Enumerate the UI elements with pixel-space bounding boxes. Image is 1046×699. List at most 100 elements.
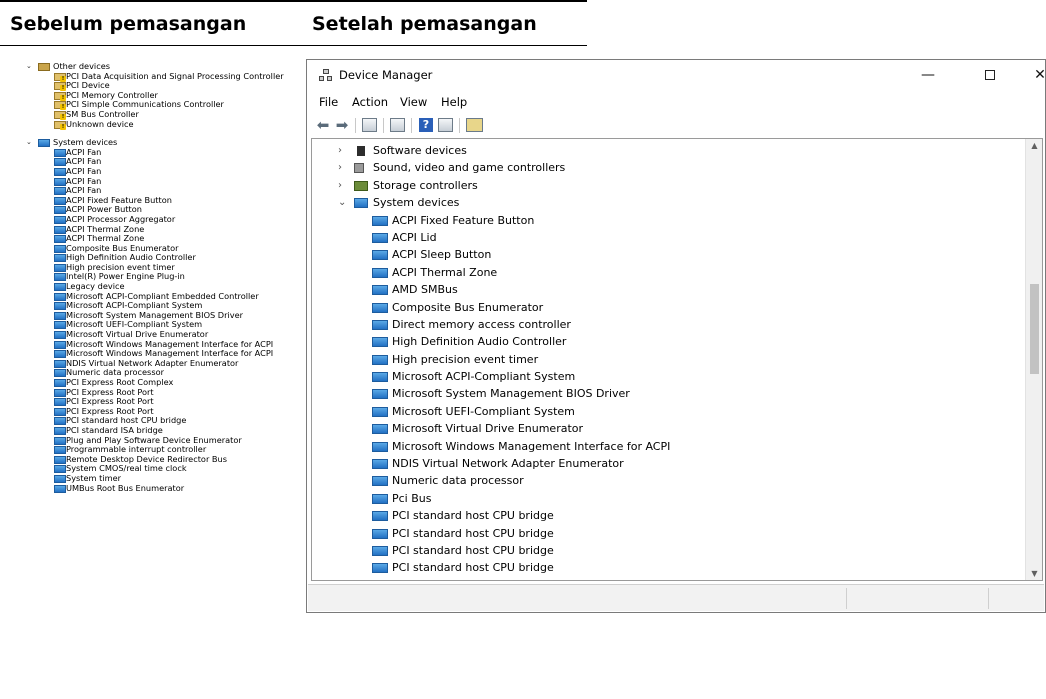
device-label: ACPI Sleep Button	[392, 248, 492, 262]
tree-category-software-devices[interactable]: › Software devices	[312, 142, 1022, 159]
maximize-button[interactable]	[967, 64, 1013, 88]
tree-category-sound[interactable]: › Sound, video and game controllers	[312, 159, 1022, 176]
device-icon	[54, 283, 66, 292]
device-item[interactable]: High precision event timer	[312, 351, 1022, 368]
speaker-icon	[354, 163, 364, 174]
device-label: Microsoft Virtual Drive Enumerator	[392, 422, 584, 436]
device-icon	[54, 407, 66, 416]
chevron-down-icon[interactable]: ⌄	[338, 194, 346, 211]
help-icon[interactable]: ?	[419, 118, 433, 132]
scroll-down-icon[interactable]: ▼	[1026, 569, 1042, 578]
forward-icon[interactable]: ➡	[334, 117, 350, 133]
minimize-button[interactable]: —	[905, 64, 951, 88]
device-icon	[54, 369, 66, 378]
chevron-right-icon[interactable]: ›	[338, 142, 342, 159]
close-button[interactable]: ✕	[1017, 64, 1046, 88]
device-item[interactable]: Microsoft Virtual Drive Enumerator	[312, 420, 1022, 437]
header-before-label: Sebelum pemasangan	[10, 13, 247, 35]
device-item[interactable]: Numeric data processor	[312, 472, 1022, 489]
menu-file[interactable]: File	[319, 95, 338, 109]
device-icon	[54, 465, 66, 474]
device-label: PCI standard host CPU bridge	[392, 561, 554, 575]
chevron-down-icon[interactable]: ⌄	[26, 62, 32, 72]
device-item[interactable]: Microsoft Windows Management Interface f…	[312, 438, 1022, 455]
device-label: Pci Bus	[392, 491, 432, 505]
device-icon	[54, 340, 66, 349]
device-item[interactable]: ACPI Lid	[312, 229, 1022, 246]
update-driver-icon[interactable]	[438, 118, 453, 132]
device-item[interactable]: AMD SMBus	[312, 281, 1022, 298]
menu-view[interactable]: View	[400, 95, 427, 109]
device-icon	[372, 337, 388, 348]
device-icon	[54, 350, 66, 359]
device-item[interactable]: PCI standard host CPU bridge	[312, 559, 1022, 576]
device-icon	[54, 225, 66, 234]
scroll-up-icon[interactable]: ▲	[1026, 141, 1042, 150]
device-item[interactable]: High Definition Audio Controller	[312, 333, 1022, 350]
storage-icon	[354, 180, 368, 191]
device-icon	[54, 110, 66, 120]
device-icon	[372, 215, 388, 226]
device-item[interactable]: ACPI Thermal Zone	[312, 264, 1022, 281]
device-icon	[54, 311, 66, 320]
device-item[interactable]: ACPI Sleep Button	[312, 246, 1022, 263]
header-after-label: Setelah pemasangan	[312, 13, 537, 35]
device-label: Microsoft ACPI-Compliant System	[392, 370, 576, 384]
device-label: PCI standard host CPU bridge	[392, 509, 554, 523]
device-icon	[372, 285, 388, 296]
device-label: High precision event timer	[392, 352, 539, 366]
chevron-right-icon[interactable]: ›	[338, 177, 342, 194]
device-item[interactable]: Microsoft ACPI-Compliant System	[312, 368, 1022, 385]
device-label: Microsoft UEFI-Compliant System	[392, 404, 575, 418]
device-item[interactable]: ACPI Fixed Feature Button	[312, 212, 1022, 229]
device-item[interactable]: UMBus Root Bus Enumerator	[26, 482, 306, 494]
device-item[interactable]: Composite Bus Enumerator	[312, 299, 1022, 316]
back-icon[interactable]: ⬅	[315, 117, 331, 133]
device-icon	[372, 267, 388, 278]
device-icon	[54, 359, 66, 368]
device-item[interactable]: Direct memory access controller	[312, 316, 1022, 333]
device-icon	[372, 476, 388, 487]
monitor-icon[interactable]	[466, 118, 483, 132]
tree-category-storage[interactable]: › Storage controllers	[312, 177, 1022, 194]
device-icon	[372, 354, 388, 365]
device-item[interactable]: Microsoft System Management BIOS Driver	[312, 385, 1022, 402]
device-icon	[54, 426, 66, 435]
scrollbar-thumb[interactable]	[1030, 284, 1039, 374]
device-icon	[54, 101, 66, 111]
device-icon	[54, 158, 66, 167]
device-label: ACPI Lid	[392, 230, 437, 244]
properties-icon[interactable]	[362, 118, 377, 132]
device-item[interactable]: PCI standard host CPU bridge	[312, 577, 1022, 580]
vertical-scrollbar[interactable]: ▲ ▼	[1025, 139, 1042, 580]
device-icon	[54, 235, 66, 244]
chevron-down-icon[interactable]: ⌄	[26, 138, 32, 148]
device-label: UMBus Root Bus Enumerator	[66, 482, 185, 493]
device-icon	[54, 72, 66, 82]
device-label: Composite Bus Enumerator	[392, 300, 544, 314]
device-icon	[54, 398, 66, 407]
device-item[interactable]: Microsoft UEFI-Compliant System	[312, 403, 1022, 420]
device-item[interactable]: PCI standard host CPU bridge	[312, 507, 1022, 524]
menu-help[interactable]: Help	[441, 95, 467, 109]
device-icon	[54, 91, 66, 101]
menu-action[interactable]: Action	[352, 95, 388, 109]
device-item[interactable]: NDIS Virtual Network Adapter Enumerator	[312, 455, 1022, 472]
header-after-install: Setelah pemasangan	[300, 0, 587, 46]
device-icon	[54, 254, 66, 263]
device-item[interactable]: Pci Bus	[312, 490, 1022, 507]
header-before-install: Sebelum pemasangan	[0, 0, 300, 46]
device-item[interactable]: PCI standard host CPU bridge	[312, 542, 1022, 559]
device-item[interactable]: PCI standard host CPU bridge	[312, 525, 1022, 542]
device-icon	[372, 372, 388, 383]
device-item[interactable]: Unknown device	[26, 119, 306, 130]
tree-category-system-devices[interactable]: ⌄ System devices	[312, 194, 1022, 211]
device-icon	[54, 120, 66, 130]
chevron-right-icon[interactable]: ›	[338, 159, 342, 176]
category-label: Sound, video and game controllers	[373, 161, 566, 175]
device-tree-pane: › Software devices › Sound, video and ga…	[311, 138, 1043, 581]
show-hidden-icon[interactable]	[390, 118, 405, 132]
device-icon	[54, 379, 66, 387]
device-label: Numeric data processor	[392, 474, 524, 488]
title-bar: Device Manager — ✕	[307, 60, 1046, 91]
